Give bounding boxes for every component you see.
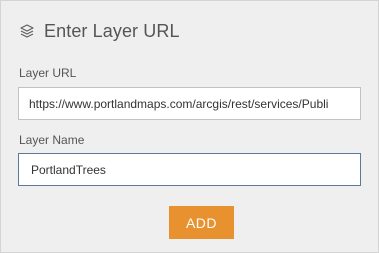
enter-layer-url-panel: Enter Layer URL Layer URL Layer Name ADD — [0, 0, 379, 253]
layer-name-input[interactable] — [18, 153, 361, 186]
panel-header: Enter Layer URL — [17, 18, 180, 44]
layer-name-label: Layer Name — [19, 133, 85, 147]
layer-url-label: Layer URL — [19, 66, 77, 80]
layers-icon — [17, 21, 37, 41]
layer-url-input[interactable] — [18, 87, 361, 120]
add-button[interactable]: ADD — [169, 206, 234, 239]
panel-title: Enter Layer URL — [44, 20, 180, 41]
